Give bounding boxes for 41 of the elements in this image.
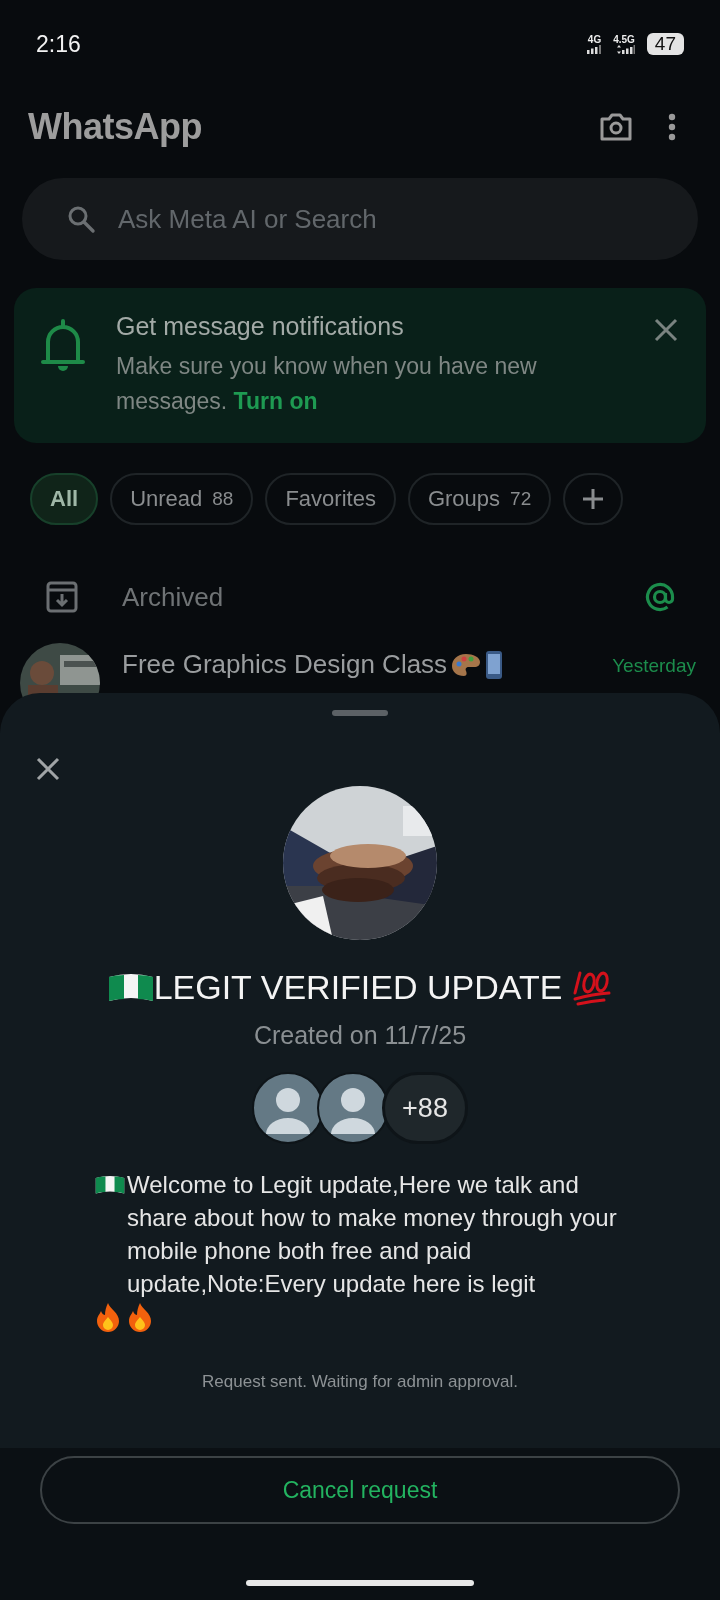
created-date: Created on 11/7/25 — [253, 1021, 467, 1050]
banner-message: Make sure you know when you have new messages. Turn on — [116, 352, 538, 416]
fire-icon — [127, 1302, 153, 1332]
signal-icon — [587, 44, 602, 54]
mention-icon — [644, 581, 676, 613]
member-count: +88 — [382, 1072, 468, 1144]
filter-chip[interactable]: All — [30, 473, 99, 525]
palette-icon — [451, 651, 482, 678]
phone-icon — [485, 649, 504, 680]
fire-icon — [95, 1302, 121, 1332]
search-field[interactable]: Ask Meta AI or Search — [22, 178, 698, 260]
close-icon[interactable] — [654, 318, 678, 342]
turn-on-link[interactable]: Turn on — [233, 388, 318, 414]
status-time: 2:16 — [36, 30, 81, 58]
add-filter-button[interactable] — [563, 473, 624, 525]
camera-icon[interactable] — [598, 111, 634, 143]
flag-icon — [95, 1174, 125, 1196]
filter-chip[interactable]: Favorites — [265, 473, 396, 525]
network-label: 4.5G — [613, 34, 635, 45]
close-icon[interactable] — [36, 757, 60, 781]
group-title: LEGIT VERIFIED UPDATE — [153, 968, 563, 1007]
plus-icon — [582, 488, 605, 510]
request-status: Request sent. Waiting for admin approval. — [202, 1372, 518, 1392]
chat-time: Yesterday — [612, 655, 696, 677]
battery-indicator: 47 — [646, 33, 684, 55]
filter-chip[interactable]: Groups 72 — [407, 473, 552, 525]
banner-title: Get message notifications — [116, 312, 405, 341]
drag-handle[interactable] — [332, 710, 388, 716]
chat-name[interactable]: Free Graphics Design Class — [122, 649, 448, 680]
filter-chip[interactable]: Unread 88 — [110, 473, 254, 525]
group-description: Welcome to Legit update,Here we talk and share about how to make money through your mobile phone both free and paid update,Note:Every update here is legit — [127, 1170, 618, 1299]
navigation-handle[interactable] — [246, 1580, 474, 1586]
signal-icon — [616, 44, 635, 54]
network-label: 4G — [587, 34, 602, 45]
app-title: WhatsApp — [28, 106, 202, 148]
bell-icon — [40, 318, 86, 374]
archived-label[interactable]: Archived — [122, 581, 644, 613]
archive-icon[interactable] — [46, 581, 78, 613]
search-icon — [66, 204, 96, 234]
cancel-request-button[interactable]: Cancel request — [40, 1456, 680, 1524]
more-options-icon[interactable] — [668, 113, 676, 141]
